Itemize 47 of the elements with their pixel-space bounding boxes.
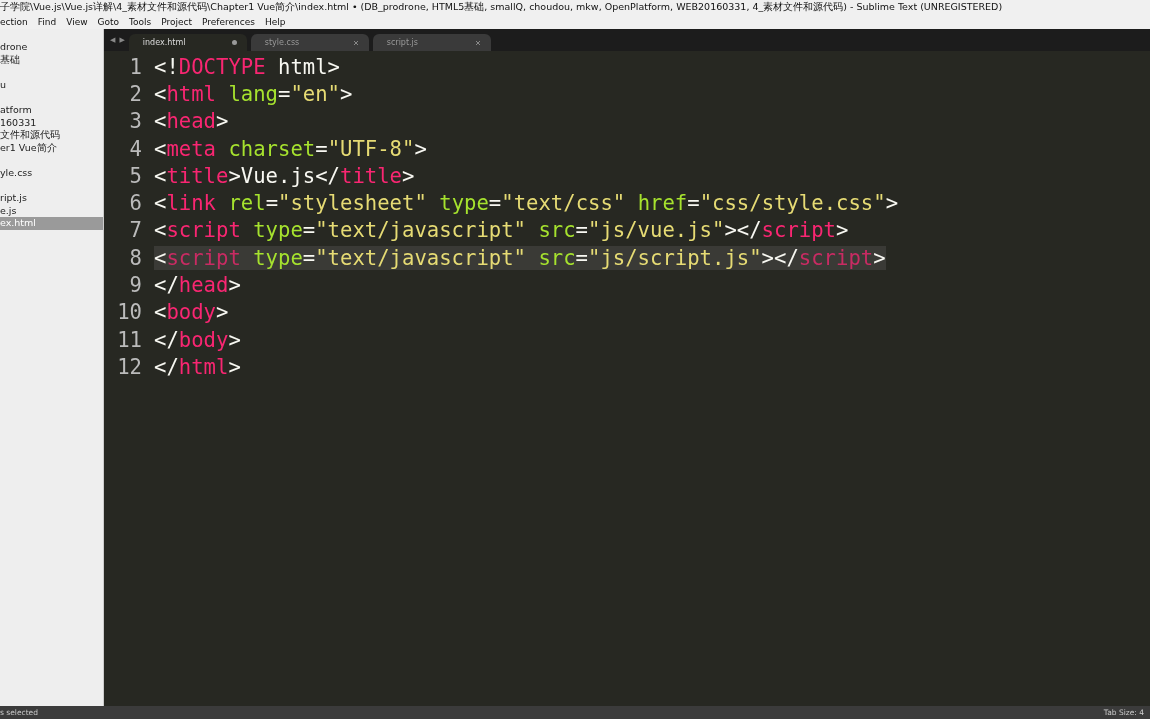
- line-number: 12: [116, 354, 143, 379]
- sidebar-item[interactable]: 160331: [0, 116, 103, 130]
- line-number: 8: [128, 245, 143, 270]
- line-number: 6: [128, 191, 143, 216]
- menu-item[interactable]: Goto: [97, 17, 120, 27]
- code-line: <body>: [154, 300, 229, 325]
- line-number: 10: [116, 300, 143, 325]
- sidebar-item[interactable]: 基础: [0, 53, 103, 67]
- menu-item[interactable]: View: [66, 17, 88, 27]
- editor-tab[interactable]: index.html: [128, 34, 247, 51]
- menu-item[interactable]: Preferences: [202, 17, 255, 27]
- editor-tab[interactable]: script.js: [372, 34, 491, 51]
- sidebar-item[interactable]: yle.css: [0, 154, 103, 180]
- code-line: <!DOCTYPE html>: [154, 54, 340, 79]
- code-line: </html>: [154, 354, 241, 379]
- line-number: 7: [128, 218, 143, 243]
- window-title: 子学院\Vue.js\Vue.js详解\4_素材文件和源代码\Chapter1 Vue简介\index.html • (DB_prodrone, HTML5基础, smallQ, choudou, mkw, OpenPlatform, WEB20160331, 4_素材文件和源代码) - Sublime Text (UNREGISTERED): [0, 1, 1003, 14]
- line-number: 1: [128, 54, 143, 79]
- line-number: 5: [128, 163, 143, 188]
- code-line: <script type="text/javascript" src="js/vue.js"></script>: [154, 218, 849, 243]
- menu-item[interactable]: ection: [0, 17, 28, 27]
- line-number: 11: [116, 327, 143, 352]
- code-line: </body>: [154, 327, 241, 352]
- menu-item[interactable]: Find: [37, 17, 57, 27]
- sidebar-item[interactable]: atform: [0, 91, 103, 117]
- menu-item[interactable]: Tools: [129, 17, 152, 27]
- sidebar-item[interactable]: e.js: [0, 204, 103, 218]
- line-number: 9: [128, 273, 143, 297]
- code-line: <meta charset="UTF-8">: [154, 136, 427, 161]
- code-line: <html lang="en">: [154, 81, 353, 106]
- menu-item[interactable]: Help: [264, 17, 286, 27]
- line-number: 2: [128, 81, 143, 106]
- code-line: <title>Vue.js</title>: [154, 163, 415, 188]
- sidebar-item[interactable]: er1 Vue简介: [0, 141, 103, 155]
- line-number: 3: [128, 109, 143, 134]
- code-line: </head>: [154, 273, 241, 297]
- code-line: <head>: [154, 109, 229, 134]
- sidebar-item[interactable]: 文件和源代码: [0, 129, 103, 142]
- line-number: 4: [128, 136, 143, 161]
- close-icon[interactable]: [352, 39, 359, 46]
- sidebar-item[interactable]: drone: [0, 41, 103, 54]
- sidebar-item[interactable]: ript.js: [0, 179, 103, 205]
- close-icon[interactable]: [474, 39, 481, 46]
- editor-tab[interactable]: style.css: [250, 34, 369, 51]
- code-line: <link rel="stylesheet" type="text/css" href="css/style.css">: [154, 191, 899, 216]
- sidebar-item[interactable]: u: [0, 66, 103, 92]
- menu-item[interactable]: Project: [161, 17, 193, 27]
